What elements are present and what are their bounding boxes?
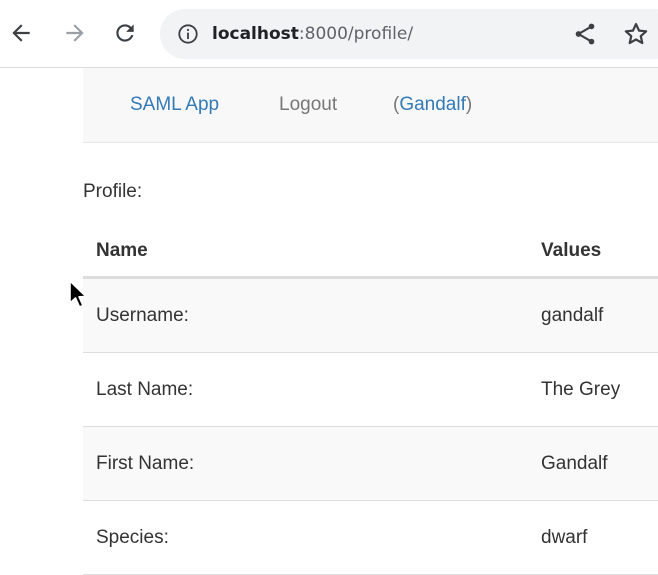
column-header-name: Name [96,240,148,261]
address-bar[interactable]: localhost:8000/profile/ [160,9,658,59]
forward-arrow-icon[interactable] [58,16,92,50]
row-value-first-name: Gandalf [541,453,608,474]
row-value-username: gandalf [541,305,604,326]
profile-heading: Profile: [83,181,143,202]
back-arrow-icon[interactable] [4,16,38,50]
url-text[interactable]: localhost:8000/profile/ [212,23,413,45]
row-name-username: Username: [96,305,189,326]
row-name-last-name: Last Name: [96,379,194,400]
table-row: Username: gandalf [83,279,658,353]
url-host: localhost [212,24,299,44]
row-value-last-name: The Grey [541,379,621,400]
row-name-first-name: First Name: [96,453,195,474]
column-header-values: Values [541,240,602,261]
share-icon[interactable] [572,21,598,47]
browser-toolbar: localhost:8000/profile/ [0,0,658,68]
table-row: Species: dwarf [83,501,658,575]
table-row: First Name: Gandalf [83,427,658,501]
star-icon[interactable] [622,20,650,48]
navbar: SAML App Logout (Gandalf) [83,68,658,143]
logout-link[interactable]: Logout [279,94,337,116]
user-paren-close: ) [465,94,473,115]
current-user: (Gandalf) [393,94,472,116]
profile-table: Name Values Username: gandalf Last Name:… [83,222,658,575]
reload-icon[interactable] [108,16,142,50]
brand-link[interactable]: SAML App [130,94,219,116]
row-name-species: Species: [96,527,169,548]
table-header: Name Values [83,222,658,279]
table-row: Last Name: The Grey [83,353,658,427]
info-icon[interactable] [177,23,199,45]
user-link[interactable]: Gandalf [399,94,466,115]
url-path: :8000/profile/ [298,24,414,44]
row-value-species: dwarf [541,527,588,548]
